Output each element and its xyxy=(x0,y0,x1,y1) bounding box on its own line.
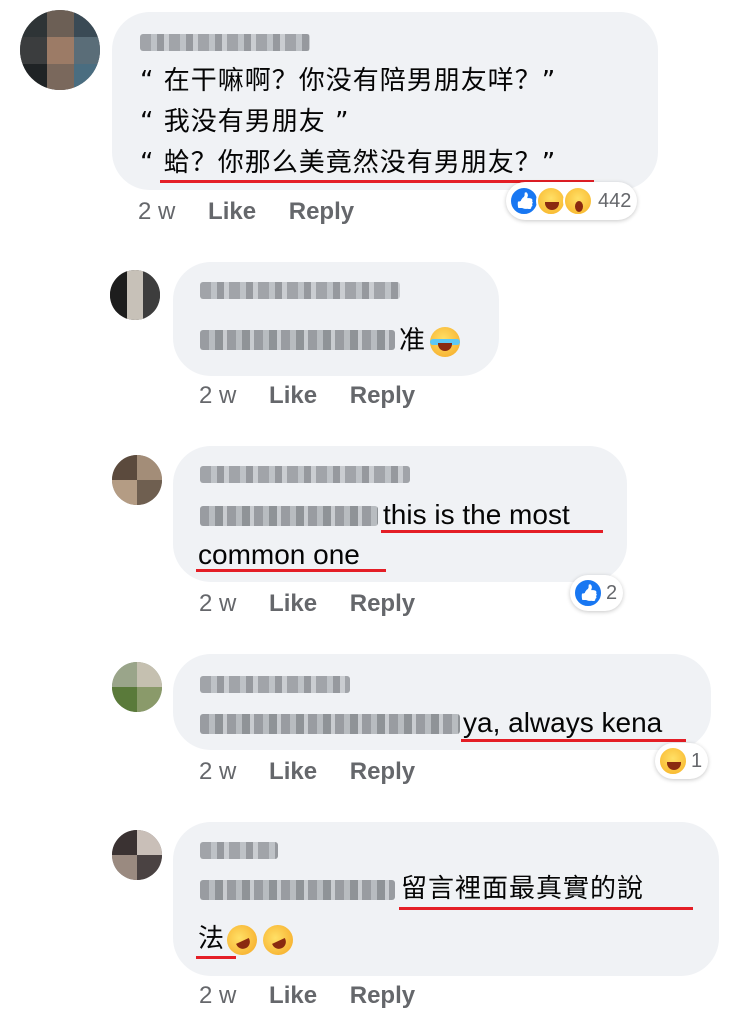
comment-text: 准 xyxy=(399,324,461,358)
haha-icon xyxy=(536,186,566,216)
avatar[interactable] xyxy=(112,455,162,505)
timestamp[interactable]: 2 w xyxy=(138,198,175,225)
avatar[interactable] xyxy=(112,830,162,880)
comment-meta: 2 w Like Reply xyxy=(199,758,415,786)
comment-meta: 2 w Like Reply xyxy=(138,198,354,226)
blurred-text xyxy=(200,880,395,900)
reaction-count: 2 xyxy=(606,581,618,604)
reply-button[interactable]: Reply xyxy=(350,590,415,617)
avatar[interactable] xyxy=(20,10,100,90)
timestamp[interactable]: 2 w xyxy=(199,382,236,409)
highlight-underline xyxy=(399,907,693,910)
rolling-on-floor-laughing-emoji xyxy=(222,919,262,960)
timestamp[interactable]: 2 w xyxy=(199,982,236,1009)
like-button[interactable]: Like xyxy=(269,982,317,1009)
like-button[interactable]: Like xyxy=(269,758,317,785)
reply-button[interactable]: Reply xyxy=(350,982,415,1009)
like-button[interactable]: Like xyxy=(269,590,317,617)
like-icon xyxy=(509,186,539,216)
comment-text: 法 xyxy=(198,919,298,960)
comment-bubble: this is the most common one xyxy=(173,446,627,582)
comment-text: “ 在干嘛啊？你没有陪男朋友咩？” xyxy=(140,66,557,96)
tears-of-joy-emoji xyxy=(430,326,461,357)
reply-button[interactable]: Reply xyxy=(350,382,415,409)
blurred-text xyxy=(200,330,395,350)
comment-text: this is the most xyxy=(383,499,570,530)
author-name[interactable] xyxy=(200,282,400,299)
blurred-text xyxy=(200,714,460,734)
like-icon xyxy=(573,578,603,608)
author-name[interactable] xyxy=(200,676,350,693)
comment-meta: 2 w Like Reply xyxy=(199,982,415,1010)
rolling-on-floor-laughing-emoji xyxy=(258,919,298,960)
comment-text: ya, always kena xyxy=(463,707,663,738)
like-button[interactable]: Like xyxy=(269,382,317,409)
comment-text: 留言裡面最真實的說 xyxy=(401,874,645,904)
comment-text: common one xyxy=(198,539,360,570)
timestamp[interactable]: 2 w xyxy=(199,590,236,617)
author-name[interactable] xyxy=(140,34,310,51)
comment-meta: 2 w Like Reply xyxy=(199,590,415,618)
reply-button[interactable]: Reply xyxy=(289,198,354,225)
reply-button[interactable]: Reply xyxy=(350,758,415,785)
comment-bubble: 准 xyxy=(173,262,499,376)
like-button[interactable]: Like xyxy=(208,198,256,225)
haha-icon xyxy=(658,746,688,776)
avatar[interactable] xyxy=(110,270,160,320)
highlight-underline xyxy=(196,569,386,572)
comment-bubble: ya, always kena xyxy=(173,654,711,750)
timestamp[interactable]: 2 w xyxy=(199,758,236,785)
highlight-underline xyxy=(461,739,686,742)
wow-icon xyxy=(563,186,593,216)
reaction-count: 442 xyxy=(598,189,632,212)
comment-text: “ 我没有男朋友 ” xyxy=(140,107,350,137)
reaction-summary[interactable]: 442 xyxy=(506,182,638,220)
blurred-text xyxy=(200,506,378,526)
author-name[interactable] xyxy=(200,466,410,483)
comment-bubble: 留言裡面最真實的說 法 xyxy=(173,822,719,976)
reaction-summary[interactable]: 2 xyxy=(570,575,624,611)
reaction-summary[interactable]: 1 xyxy=(655,743,709,779)
avatar[interactable] xyxy=(112,662,162,712)
comment-bubble: “ 在干嘛啊？你没有陪男朋友咩？” “ 我没有男朋友 ” “ 蛤？你那么美竟然没… xyxy=(112,12,658,190)
comment-meta: 2 w Like Reply xyxy=(199,382,415,410)
comment-text: “ 蛤？你那么美竟然没有男朋友？” xyxy=(140,148,557,178)
highlight-underline xyxy=(196,956,236,959)
reaction-count: 1 xyxy=(691,749,703,772)
highlight-underline xyxy=(381,530,603,533)
author-name[interactable] xyxy=(200,842,278,859)
